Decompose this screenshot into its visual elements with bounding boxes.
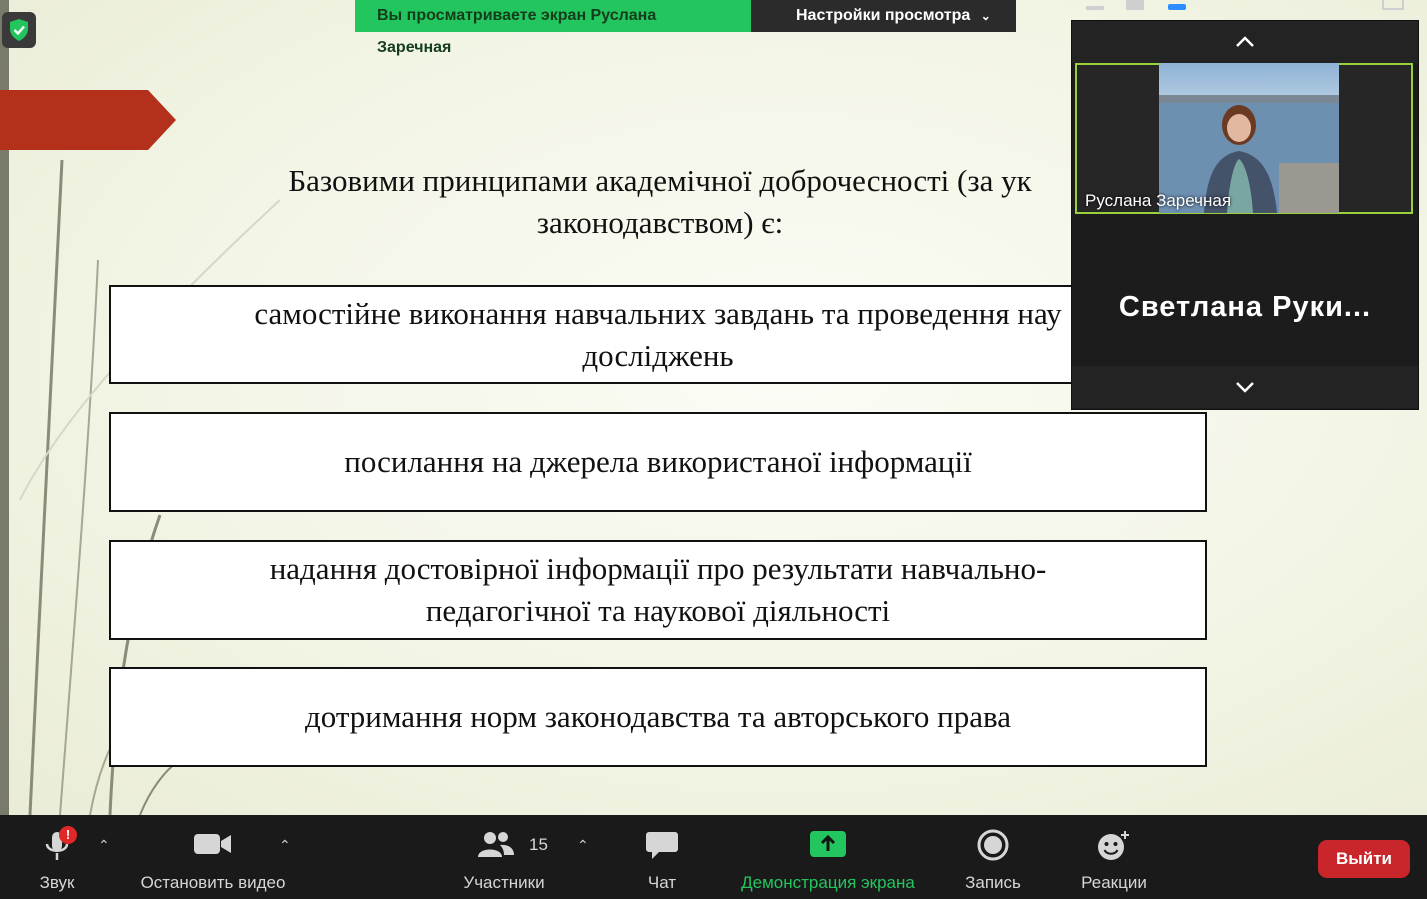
audio-options-caret-icon[interactable]: ⌃ [98, 837, 110, 854]
stop-video-button[interactable]: Остановить видео [130, 815, 296, 899]
share-screen-button[interactable]: Демонстрация экрана [728, 815, 928, 899]
screen-share-banner: Вы просматриваете экран Руслана Заречная… [355, 0, 1016, 56]
reactions-label: Реакции [1081, 873, 1147, 892]
leave-meeting-button[interactable]: Выйти [1318, 840, 1410, 878]
share-screen-icon [810, 831, 846, 857]
meeting-toolbar: ! Звук ⌃ Остановить видео ⌃ 15 Участники… [0, 815, 1427, 899]
chat-button[interactable]: Чат [632, 815, 692, 899]
chevron-up-icon [1236, 36, 1254, 47]
record-label: Запись [965, 873, 1021, 892]
participants-label: Участники [463, 873, 545, 892]
participants-button[interactable]: 15 Участники [452, 815, 556, 899]
participants-count: 15 [529, 835, 548, 854]
security-shield-icon[interactable] [2, 12, 36, 48]
share-screen-label: Демонстрация экрана [741, 873, 915, 892]
reactions-emoji-icon [1098, 831, 1129, 860]
audio-label: Звук [39, 873, 75, 892]
chat-bubble-icon [646, 832, 678, 859]
video-options-caret-icon[interactable]: ⌃ [279, 837, 291, 854]
video-panel: Руслана Заречная Светлана Руки... [1071, 20, 1419, 410]
slide-title: Базовими принципами академічної доброчес… [288, 163, 1032, 240]
participants-options-caret-icon[interactable]: ⌃ [577, 837, 589, 854]
gallery-view-icon[interactable] [1126, 0, 1144, 10]
participant-name-ruslana: Руслана Заречная [1085, 191, 1232, 210]
participant-name-svetlana: Светлана Руки... [1118, 291, 1372, 323]
principle-box-3: надання достовірної інформації про резул… [109, 540, 1207, 640]
minimize-icon[interactable] [1086, 6, 1104, 10]
scroll-down-button[interactable] [1072, 366, 1418, 408]
speaker-view-icon[interactable] [1168, 4, 1186, 10]
principle-box-2: посилання на джерела використаної інформ… [109, 412, 1207, 512]
audio-button[interactable]: ! Звук [22, 815, 92, 899]
principle-box-1: самостійне виконання навчальних завдань … [109, 285, 1207, 384]
record-button[interactable]: Запись [958, 815, 1028, 899]
participants-icon [478, 832, 514, 857]
title-banner-arrow [0, 90, 176, 150]
scroll-up-button[interactable] [1072, 21, 1418, 63]
viewing-screen-label: Вы просматриваете экран Руслана Заречная [355, 0, 751, 56]
video-camera-icon [194, 834, 231, 854]
reactions-button[interactable]: Реакции [1074, 815, 1154, 899]
stop-video-label: Остановить видео [140, 873, 286, 892]
record-icon [977, 829, 1009, 861]
chat-label: Чат [647, 873, 677, 892]
chevron-down-icon: ⌄ [980, 9, 991, 23]
participant-tile-active[interactable]: Руслана Заречная [1075, 63, 1413, 214]
fullscreen-icon[interactable] [1382, 0, 1404, 10]
view-options-button[interactable]: Настройки просмотра ⌄ [751, 0, 1016, 32]
principle-box-4: дотримання норм законодавства та авторсь… [109, 667, 1207, 767]
audio-alert-badge: ! [59, 826, 77, 844]
window-controls [1082, 0, 1427, 12]
view-options-label: Настройки просмотра [796, 7, 971, 24]
chevron-down-icon [1236, 382, 1254, 393]
